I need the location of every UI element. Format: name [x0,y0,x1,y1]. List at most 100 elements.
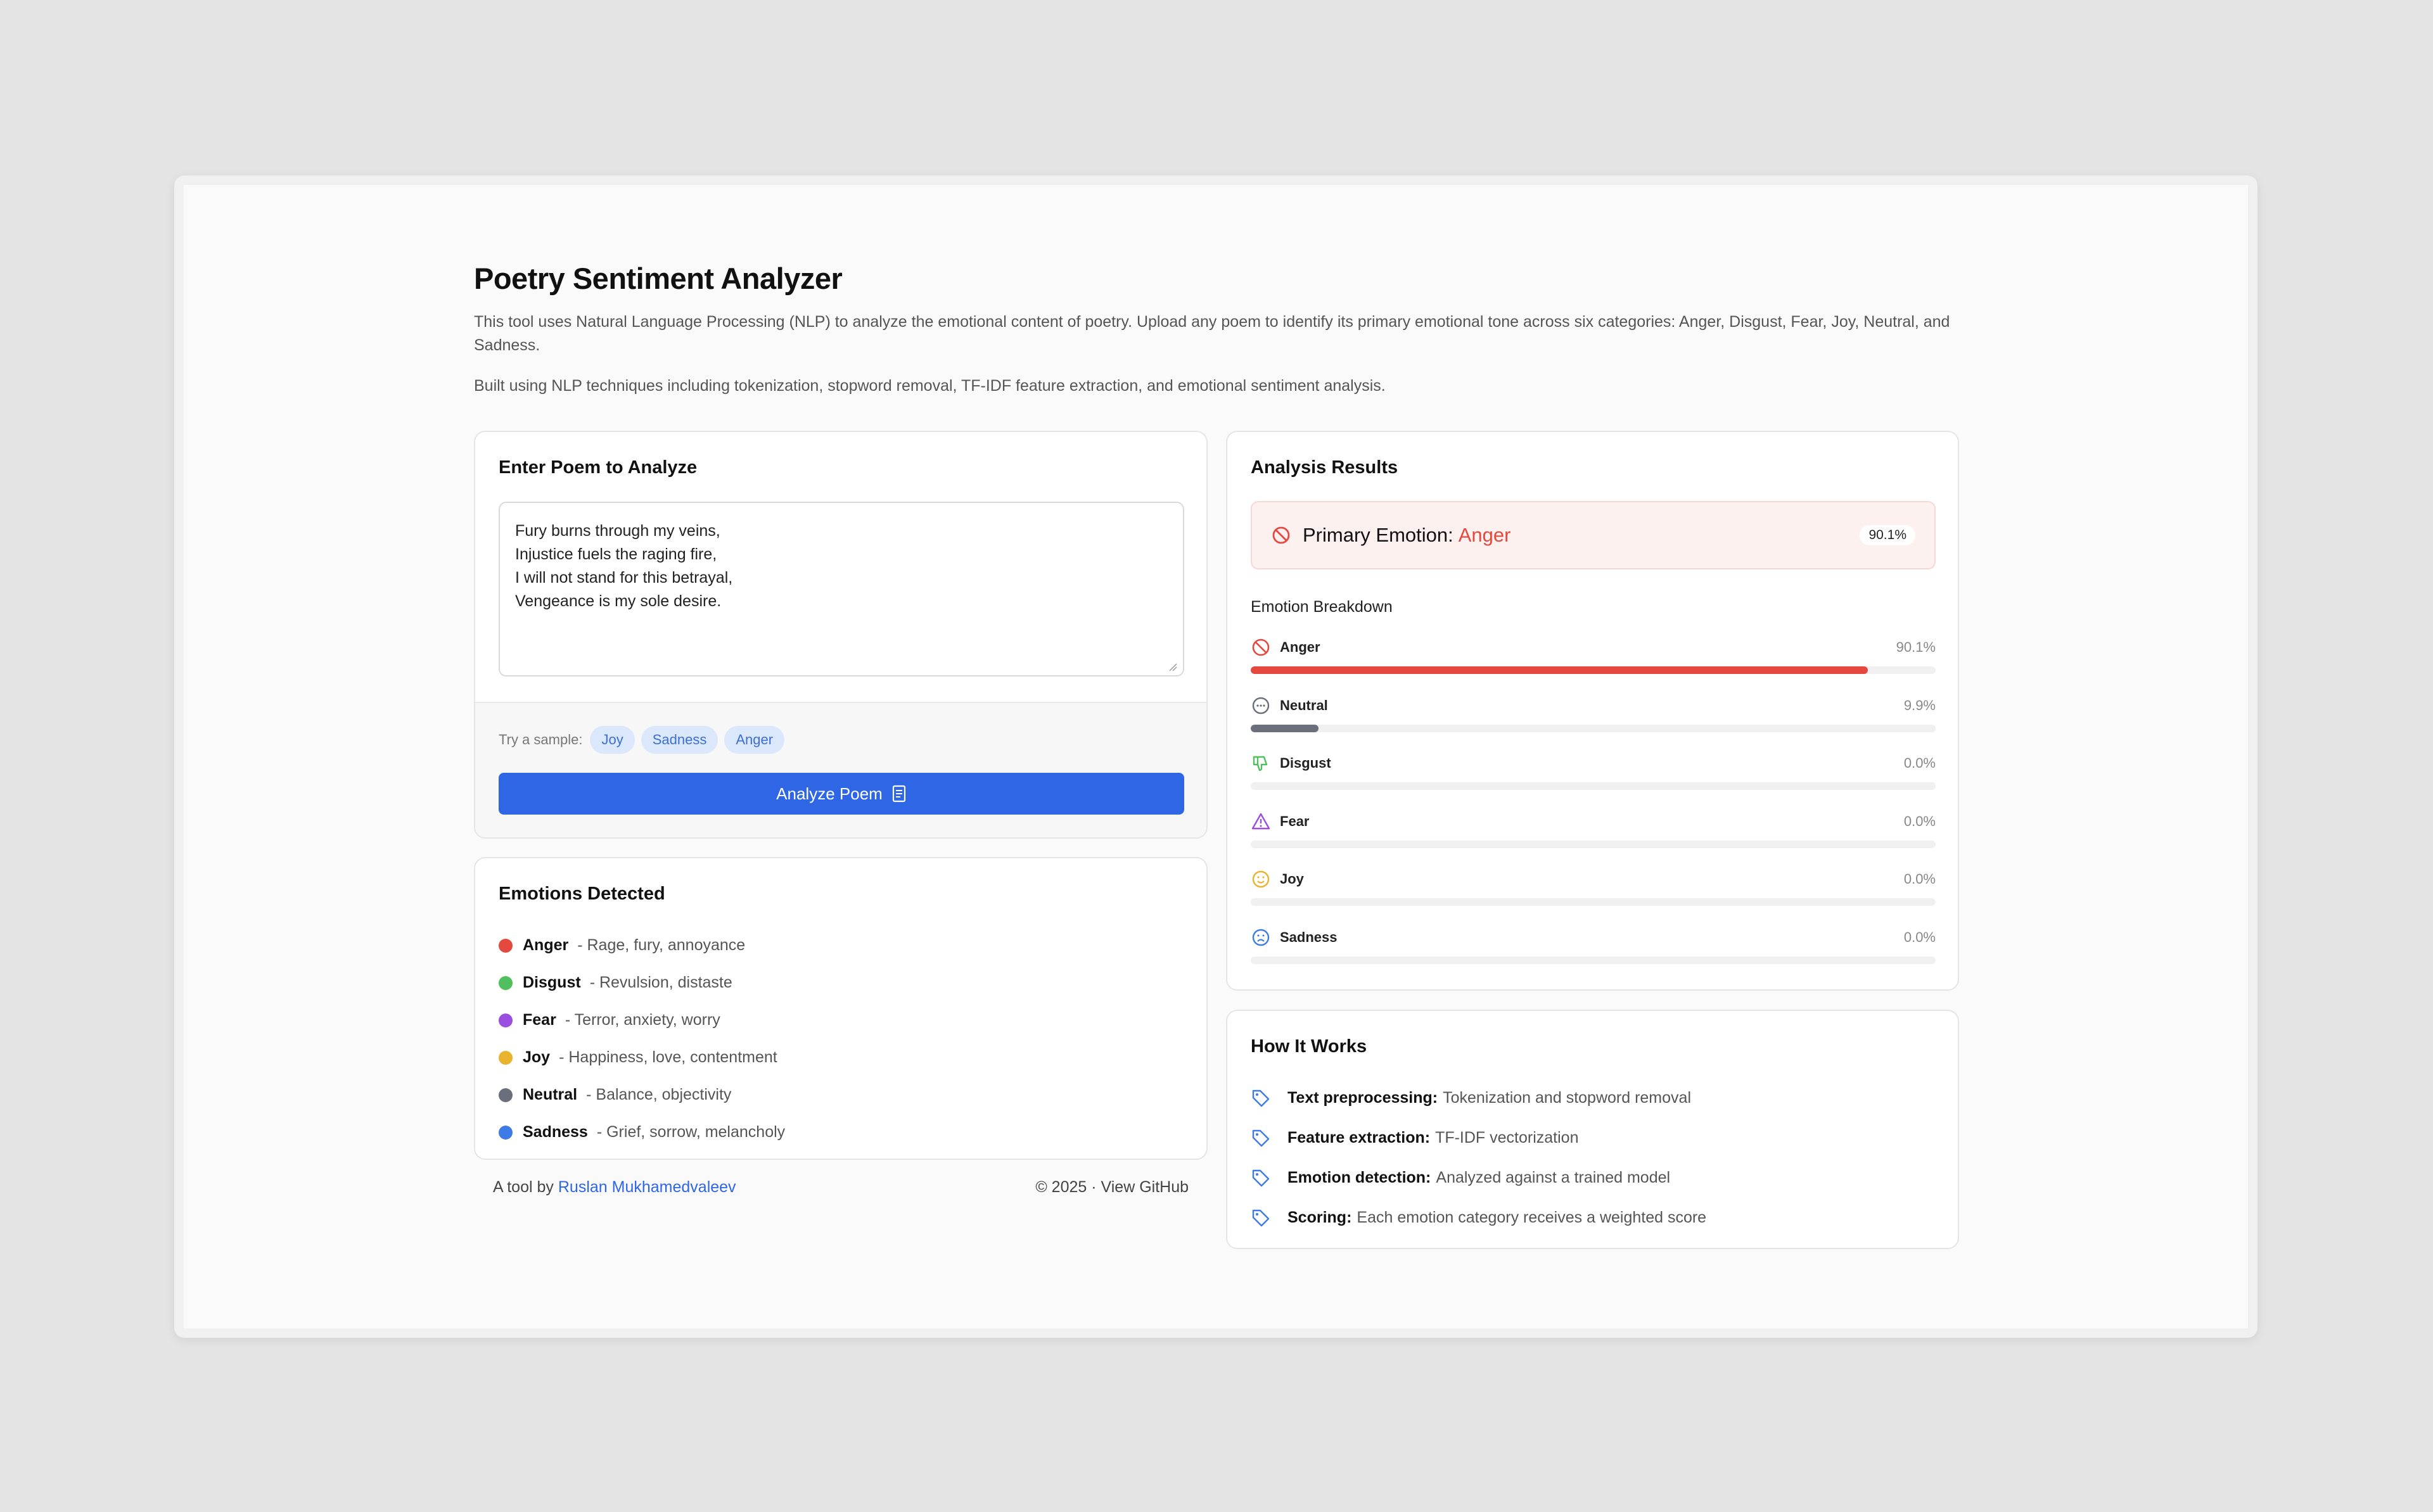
dots-circle-icon [1252,697,1270,714]
page-header: Poetry Sentiment Analyzer This tool uses… [474,253,1959,398]
list-item: Disgust - Revulsion, distaste [499,964,785,1001]
primary-emotion-badge: 90.1% [1860,525,1915,545]
tag-icon [1251,1168,1271,1188]
how-step-label: Scoring: [1287,1209,1352,1226]
how-it-works-list: Text preprocessing: Tokenization and sto… [1251,1078,1706,1238]
emotion-description: - Grief, sorrow, melancholy [596,1123,786,1141]
emotion-breakdown: Anger 90.1% Neutral 9.9% Disgust 0.0% Fe… [1251,635,1936,982]
poem-textarea[interactable]: Fury burns through my veins, Injustice f… [499,502,1184,677]
page-description: This tool uses Natural Language Processi… [474,313,1950,354]
how-step-label: Text preprocessing: [1287,1089,1438,1107]
emotion-name: Neutral [523,1086,578,1103]
list-item: Feature extraction: TF-IDF vectorization [1251,1118,1706,1158]
progress-track [1251,956,1936,964]
emotion-name: Fear [523,1011,556,1029]
emotion-breakdown-title: Emotion Breakdown [1251,598,1393,616]
breakdown-name: Anger [1280,639,1320,655]
progress-track [1251,724,1936,732]
list-item: Text preprocessing: Tokenization and sto… [1251,1078,1706,1118]
emotions-detected-card: Emotions Detected Anger - Rage, fury, an… [474,857,1208,1160]
sample-chip-anger[interactable]: Anger [724,726,785,754]
joy-dot-icon [499,1050,513,1065]
how-step-text: Tokenization and stopword removal [1443,1089,1691,1107]
list-item: Neutral - Balance, objectivity [499,1076,785,1114]
list-item: Anger - Rage, fury, annoyance [499,927,785,964]
breakdown-percent: 90.1% [1896,639,1936,655]
breakdown-name: Fear [1280,813,1310,829]
fear-dot-icon [499,1013,513,1027]
page-title: Poetry Sentiment Analyzer [474,262,843,295]
breakdown-percent: 0.0% [1903,871,1936,887]
how-it-works-card: How It Works Text preprocessing: Tokeniz… [1226,1010,1959,1249]
breakdown-row-fear: Fear 0.0% [1251,809,1936,867]
footer-prefix: A tool by [493,1178,554,1196]
list-item: Emotion detection: Analyzed against a tr… [1251,1158,1706,1198]
emotions-detected-title: Emotions Detected [499,884,665,904]
progress-track [1251,782,1936,790]
how-step-label: Emotion detection: [1287,1169,1431,1186]
anger-dot-icon [499,938,513,953]
breakdown-row-neutral: Neutral 9.9% [1251,693,1936,751]
tag-icon [1251,1208,1271,1228]
neutral-dot-icon [499,1088,513,1102]
emotion-description: - Happiness, love, contentment [559,1048,777,1066]
progress-track [1251,898,1936,906]
tag-icon [1251,1088,1271,1109]
list-item: Joy - Happiness, love, contentment [499,1039,785,1076]
poem-input-title: Enter Poem to Analyze [499,457,698,478]
progress-track [1251,840,1936,848]
primary-emotion-label: Primary Emotion: [1303,524,1453,546]
breakdown-percent: 0.0% [1903,755,1936,771]
disgust-dot-icon [499,975,513,990]
emotion-description: - Balance, objectivity [586,1086,732,1103]
breakdown-percent: 0.0% [1903,813,1936,829]
primary-emotion-banner: Primary Emotion: Anger 90.1% [1251,501,1936,569]
page-footer: A tool by Ruslan Mukhamedvaleev © 2025 ·… [493,1178,1189,1197]
ban-icon [1272,526,1290,544]
footer-copyright-github[interactable]: © 2025 · View GitHub [1035,1178,1189,1197]
sample-row: Try a sample: Joy Sadness Anger [499,726,785,754]
how-step-text: Analyzed against a trained model [1436,1169,1671,1186]
emotion-name: Joy [523,1048,551,1066]
list-item: Scoring: Each emotion category receives … [1251,1198,1706,1238]
breakdown-name: Neutral [1280,697,1328,713]
breakdown-percent: 9.9% [1903,697,1936,713]
primary-emotion-value: Anger [1458,524,1511,546]
page-built-with: Built using NLP techniques including tok… [474,377,1386,395]
author-link[interactable]: Ruslan Mukhamedvaleev [558,1178,736,1196]
list-item: Fear - Terror, anxiety, worry [499,1001,785,1039]
tag-icon [1251,1128,1271,1148]
poem-input-card: Enter Poem to Analyze Fury burns through… [474,431,1208,839]
poem-input-footer: Try a sample: Joy Sadness Anger Analyze … [475,702,1206,837]
analysis-results-card: Analysis Results Primary Emotion: Anger … [1226,431,1959,991]
breakdown-row-sadness: Sadness 0.0% [1251,925,1936,983]
thumbs-down-icon [1253,756,1268,772]
how-step-text: TF-IDF vectorization [1435,1129,1579,1147]
frown-icon [1252,929,1270,946]
ban-icon [1252,638,1270,656]
sample-chip-sadness[interactable]: Sadness [641,726,718,754]
list-item: Sadness - Grief, sorrow, melancholy [499,1114,785,1151]
footer-credit: A tool by Ruslan Mukhamedvaleev [493,1178,736,1197]
progress-fill [1251,666,1868,674]
emotion-name: Sadness [523,1123,588,1141]
emotion-description: - Terror, anxiety, worry [565,1011,720,1029]
progress-fill [1251,724,1319,732]
emotions-list: Anger - Rage, fury, annoyance Disgust - … [499,927,785,1151]
how-step-label: Feature extraction: [1287,1129,1431,1147]
progress-track [1251,666,1936,674]
resize-grip-icon[interactable] [1167,661,1177,671]
document-icon [892,785,905,803]
warning-icon [1251,813,1270,829]
sample-chip-joy[interactable]: Joy [590,726,635,754]
emotion-name: Anger [523,936,569,954]
breakdown-percent: 0.0% [1903,929,1936,945]
analysis-results-title: Analysis Results [1251,457,1398,478]
how-it-works-title: How It Works [1251,1036,1367,1057]
analyze-poem-button[interactable]: Analyze Poem [499,773,1184,815]
analyze-button-label: Analyze Poem [776,784,883,803]
breakdown-row-anger: Anger 90.1% [1251,635,1936,693]
breakdown-row-disgust: Disgust 0.0% [1251,751,1936,809]
breakdown-name: Disgust [1280,755,1331,771]
breakdown-name: Joy [1280,871,1304,887]
